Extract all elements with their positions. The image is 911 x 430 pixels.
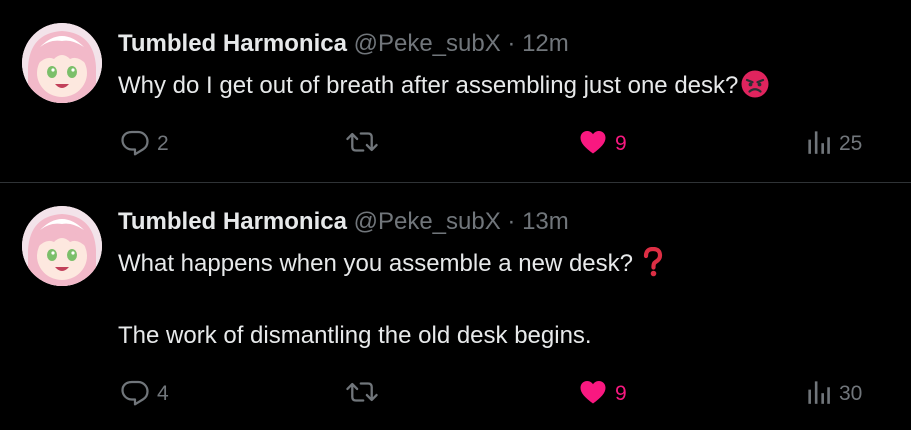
tweet-text-line: What happens when you assemble a new des… [118,250,640,277]
tweet-text: Why do I get out of breath after assembl… [118,69,881,109]
avatar-image [22,23,102,103]
tweet-text: The work of dismantling the old desk beg… [118,319,881,353]
tweet-actions: 4 9 30 [0,379,911,409]
like-button[interactable]: 9 [578,379,627,409]
timestamp[interactable]: 12m [522,30,569,57]
views-button[interactable]: 30 [806,379,862,409]
tweet-text-line: Why do I get out of breath after assembl… [118,72,739,99]
retweet-icon [345,377,379,412]
handle[interactable]: @Peke_subX [354,208,501,235]
like-count: 9 [615,382,627,405]
views-count: 25 [839,132,863,155]
avatar[interactable] [22,206,102,286]
like-button[interactable]: 9 [578,129,627,159]
reply-count: 4 [157,382,169,405]
timestamp[interactable]: 13m [522,208,569,235]
views-icon [806,377,832,412]
separator-dot: · [507,208,516,235]
reply-count: 2 [157,132,169,155]
reply-icon [120,377,150,412]
heart-icon [578,377,608,412]
retweet-icon [345,127,379,162]
views-button[interactable]: 25 [806,129,862,159]
retweet-button[interactable] [345,379,386,409]
handle[interactable]: @Peke_subX [354,30,501,57]
avatar[interactable] [22,23,102,103]
tweet[interactable]: Tumbled Harmonica @Peke_subX · 12m Why d… [0,0,911,183]
display-name[interactable]: Tumbled Harmonica [118,208,347,235]
tweet-header: Tumbled Harmonica @Peke_subX · 13m [118,207,569,237]
tweet-actions: 2 9 25 [0,129,911,159]
views-count: 30 [839,382,863,405]
reply-button[interactable]: 4 [120,379,169,409]
reply-icon [120,127,150,162]
tweet-header: Tumbled Harmonica @Peke_subX · 12m [118,29,569,59]
separator-dot: · [507,30,516,57]
reply-button[interactable]: 2 [120,129,169,159]
angry-face-emoji [740,69,770,109]
avatar-image [22,206,102,286]
display-name[interactable]: Tumbled Harmonica [118,30,347,57]
retweet-button[interactable] [345,129,386,159]
question-mark-emoji [642,246,664,287]
tweet[interactable]: Tumbled Harmonica @Peke_subX · 13m What … [0,184,911,430]
tweet-text-line: The work of dismantling the old desk beg… [118,322,592,349]
views-icon [806,127,832,162]
like-count: 9 [615,132,627,155]
tweet-text: What happens when you assemble a new des… [118,246,881,287]
heart-icon [578,127,608,162]
